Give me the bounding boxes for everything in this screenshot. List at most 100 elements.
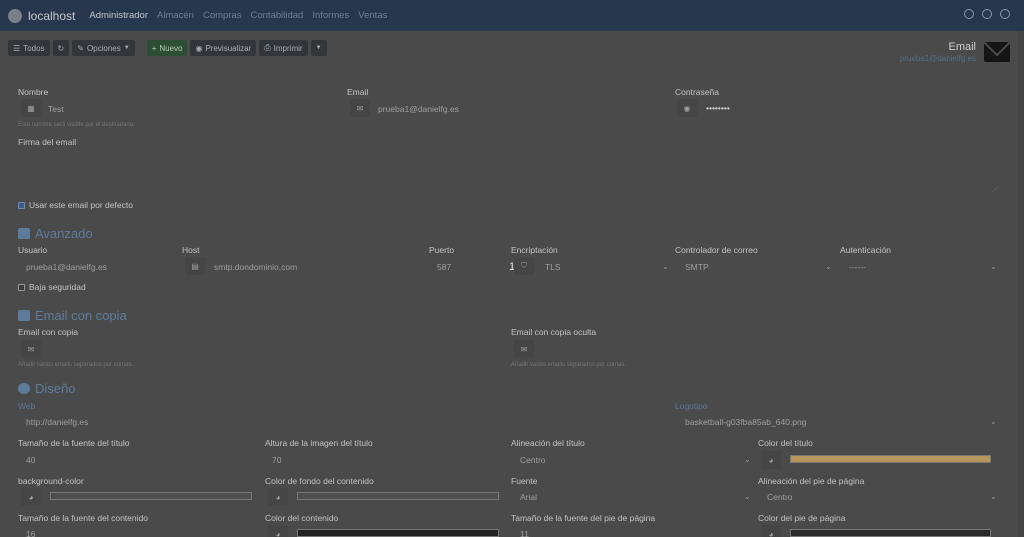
nav-compras[interactable]: Compras (203, 10, 242, 21)
help-icon[interactable] (982, 9, 992, 19)
brand-name: localhost (28, 8, 76, 23)
cc-label: Email con copia (18, 327, 79, 337)
print-label: Imprimir (273, 43, 303, 53)
chevron-down-icon[interactable]: ⌄ (662, 262, 669, 271)
building-icon: ▦ (21, 99, 41, 117)
brand[interactable]: localhost (8, 8, 76, 23)
record-header: Email prueba1@danielfg.es (900, 41, 976, 63)
name-input[interactable]: Test (48, 104, 64, 114)
nav-contabilidad[interactable]: Contabilidad (251, 10, 304, 21)
chevron-down-icon[interactable]: ⌄ (990, 262, 997, 271)
bg-color-input[interactable] (50, 492, 252, 500)
envelope-icon: ✉ (350, 99, 370, 117)
checkbox-checked[interactable] (18, 201, 25, 209)
signature-label: Firma del email (18, 137, 77, 147)
eye-icon[interactable]: ◉ (677, 99, 697, 117)
auth-select[interactable]: ------ (849, 262, 866, 272)
host-input[interactable]: smtp.dondominio.com (214, 262, 297, 272)
content-font-size-input[interactable]: 16 (26, 529, 35, 537)
all-button[interactable]: ☰ Todos (8, 40, 50, 56)
low-security-checkbox[interactable]: Baja seguridad (18, 282, 86, 292)
record-subtitle[interactable]: prueba1@danielfg.es (900, 54, 976, 63)
new-button[interactable]: + Nuevo (146, 40, 188, 56)
options-button[interactable]: ✎ Opciones ▼ (72, 40, 135, 56)
section-cc: Email con copia (18, 308, 127, 323)
web-input[interactable]: http://danielfg.es (26, 417, 88, 427)
top-navbar: localhost Administrador Almacén Compras … (0, 0, 1024, 31)
chevron-down-icon[interactable]: ⌄ (990, 417, 997, 426)
envelope-icon: ✉ (514, 340, 534, 358)
font-label: Fuente (511, 476, 538, 486)
brand-logo-icon (8, 8, 22, 23)
options-label: Opciones (86, 43, 121, 53)
port-input[interactable]: 587 (437, 262, 451, 272)
search-icon[interactable] (964, 9, 974, 19)
logo-select[interactable]: basketball-g03fba85ab_640.png (685, 417, 806, 427)
title-align-select[interactable]: Centro (520, 455, 546, 465)
content-font-size-label: Tamaño de la fuente del contenido (18, 513, 148, 523)
encryption-select[interactable]: TLS (545, 262, 561, 272)
footer-align-label: Alineación del pie de página (758, 476, 865, 486)
all-label: Todos (23, 43, 45, 53)
print-button[interactable]: ⎙ Imprimir (259, 40, 308, 56)
record-title: Email (948, 41, 976, 53)
plus-icon: + (151, 43, 157, 53)
nav-ventas[interactable]: Ventas (358, 10, 387, 21)
footer-align-select[interactable]: Centro (767, 492, 793, 502)
wrench-icon: ✎ (77, 43, 84, 53)
toolbar: ☰ Todos ↻ ✎ Opciones ▼ + Nuevo ◉ Previsualiza… (8, 40, 327, 56)
preview-label: Previsualizar (205, 43, 252, 53)
web-label[interactable]: Web (18, 401, 35, 411)
palette-icon: ◕ (761, 525, 781, 537)
envelope-icon (984, 42, 1010, 62)
checkbox-unchecked[interactable] (18, 283, 25, 291)
scrollbar[interactable] (1018, 31, 1024, 537)
content-color-label: Color del contenido (265, 513, 339, 523)
user-icon[interactable] (1000, 9, 1010, 19)
new-label: Nuevo (159, 43, 183, 53)
nav-informes[interactable]: Informes (312, 10, 349, 21)
title-image-height-label: Altura de la imagen del título (265, 438, 373, 448)
user-input[interactable]: prueba1@danielfg.es (26, 262, 107, 272)
refresh-icon: ↻ (57, 43, 65, 53)
low-security-label: Baja seguridad (29, 282, 86, 292)
mail-bulk-icon (18, 310, 30, 321)
password-input[interactable]: •••••••• (706, 103, 730, 113)
title-font-size-input[interactable]: 40 (26, 455, 35, 465)
port-label: Puerto (429, 245, 455, 255)
footer-color-input[interactable] (790, 529, 991, 537)
email-input[interactable]: prueba1@danielfg.es (378, 104, 459, 114)
print-dropdown-button[interactable]: ▼ (310, 40, 327, 56)
chevron-down-icon[interactable]: ⌄ (825, 262, 832, 271)
title-image-height-input[interactable]: 70 (272, 455, 281, 465)
title-font-size-label: Tamaño de la fuente del título (18, 438, 130, 448)
nav-administrador[interactable]: Administrador (89, 10, 148, 21)
content-color-input[interactable] (297, 529, 499, 537)
chevron-down-icon[interactable]: ⌄ (990, 492, 997, 501)
logo-label[interactable]: Logotipo (675, 401, 708, 411)
chevron-down-icon[interactable]: ⌄ (744, 492, 751, 501)
footer-color-label: Color del pie de página (758, 513, 846, 523)
palette-icon (18, 383, 30, 394)
server-icon (18, 228, 30, 239)
name-help: Este nombre será visible por el destinat… (18, 122, 135, 128)
footer-font-size-input[interactable]: 11 (520, 529, 529, 537)
encryption-label: Encriptación (511, 245, 558, 255)
section-advanced: Avanzado (18, 226, 93, 241)
nav-almacen[interactable]: Almacén (157, 10, 194, 21)
refresh-button[interactable]: ↻ (52, 40, 70, 56)
section-advanced-title: Avanzado (35, 226, 93, 241)
content-bg-input[interactable] (297, 492, 499, 500)
title-color-input[interactable] (790, 455, 991, 463)
preview-button[interactable]: ◉ Previsualizar (190, 40, 257, 56)
mailer-select[interactable]: SMTP (685, 262, 709, 272)
resize-handle-icon[interactable]: ⋰ (992, 186, 999, 194)
section-design-title: Diseño (35, 381, 76, 396)
name-label: Nombre (18, 87, 49, 97)
server-icon: ▤ (185, 257, 205, 275)
section-design: Diseño (18, 381, 75, 396)
print-icon: ⎙ (264, 43, 271, 52)
default-email-checkbox[interactable]: Usar este email por defecto (18, 200, 133, 210)
font-select[interactable]: Arial (520, 492, 537, 502)
chevron-down-icon[interactable]: ⌄ (744, 455, 751, 464)
